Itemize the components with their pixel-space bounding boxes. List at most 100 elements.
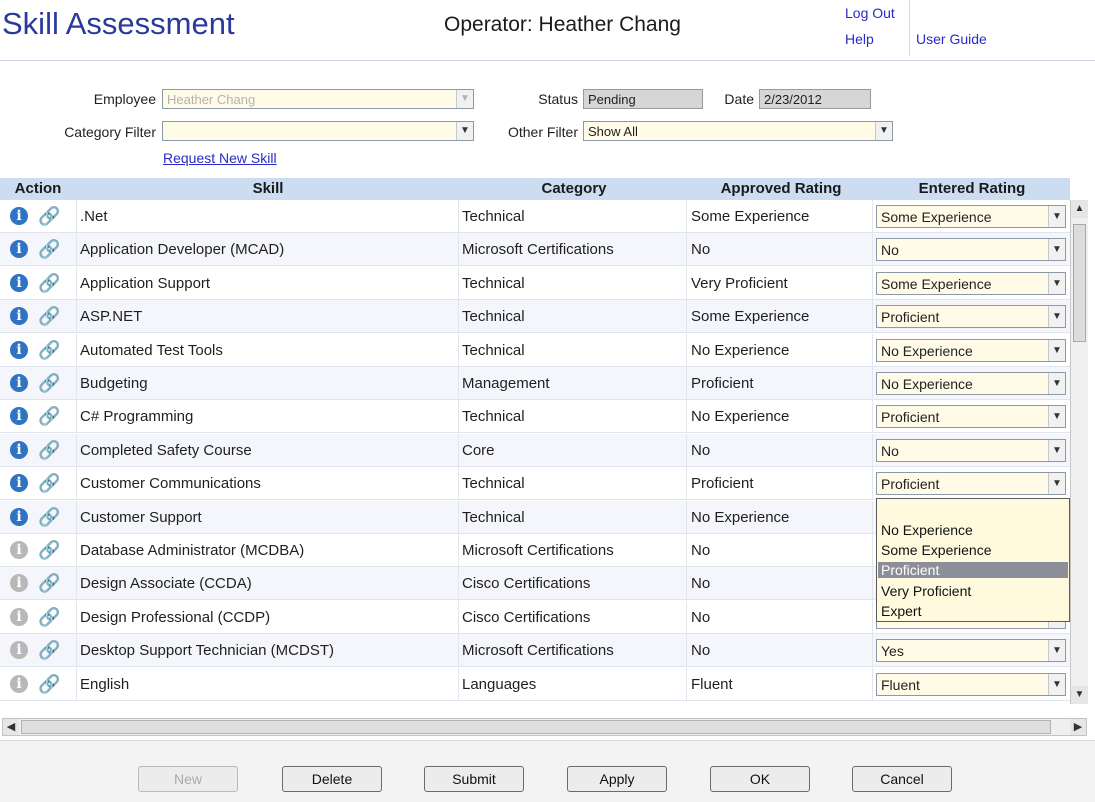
chevron-down-icon: ▼ (1048, 339, 1065, 361)
attachment-icon[interactable]: 🔗 (38, 440, 60, 461)
table-row[interactable]: i 🔗 Automated Test Tools Technical No Experi… (0, 333, 1070, 367)
employee-select[interactable]: Heather Chang ▼ (162, 89, 474, 109)
info-icon[interactable]: i (10, 674, 28, 693)
attachment-icon[interactable]: 🔗 (38, 540, 60, 561)
info-icon[interactable]: i (10, 273, 28, 292)
dropdown-option-proficient[interactable]: Proficient (878, 562, 1068, 578)
table-row[interactable]: i 🔗 ASP.NET Technical Some Experience Profici… (0, 300, 1070, 334)
table-row[interactable]: i 🔗 Application Developer (MCAD) Microsoft … (0, 233, 1070, 267)
cell-divider (458, 534, 459, 567)
column-header-skill[interactable]: Skill (76, 180, 460, 197)
attachment-icon[interactable]: 🔗 (38, 573, 60, 594)
attachment-icon[interactable]: 🔗 (38, 473, 60, 494)
other-filter-select[interactable]: Show All ▼ (583, 121, 893, 141)
table-row[interactable]: i 🔗 Customer Communications Technical Profic… (0, 467, 1070, 501)
entered-rating-select[interactable]: No Experience ▼ (876, 338, 1066, 362)
category-filter-select[interactable]: ▼ (162, 121, 474, 141)
info-icon[interactable]: i (10, 574, 28, 593)
info-icon[interactable]: i (10, 240, 28, 259)
scroll-right-icon[interactable]: ▶ (1070, 719, 1086, 735)
entered-rating-select[interactable]: No ▼ (876, 238, 1066, 262)
skill-cell: Completed Safety Course (80, 441, 252, 459)
attachment-icon[interactable]: 🔗 (38, 340, 60, 361)
cell-divider (76, 300, 77, 334)
skill-cell: Design Professional (CCDP) (80, 608, 271, 626)
info-icon[interactable]: i (10, 474, 28, 493)
table-row[interactable]: i 🔗 Completed Safety Course Core No No ▼ (0, 433, 1070, 467)
dropdown-option-some-experience[interactable]: Some Experience (881, 542, 992, 558)
attachment-icon[interactable]: 🔗 (38, 406, 60, 427)
attachment-icon[interactable]: 🔗 (38, 607, 60, 628)
entered-rating-select[interactable]: Some Experience ▼ (876, 271, 1066, 295)
column-header-category[interactable]: Category (460, 180, 688, 197)
skill-cell: .Net (80, 208, 108, 225)
cell-divider (76, 433, 77, 467)
table-row[interactable]: i 🔗 C# Programming Technical No Experience Pr… (0, 400, 1070, 434)
approved-rating-cell: No (691, 441, 711, 459)
column-header-approved-rating[interactable]: Approved Rating (688, 180, 874, 197)
info-icon[interactable]: i (10, 641, 28, 660)
entered-rating-select[interactable]: Proficient ▼ (876, 472, 1066, 496)
chevron-down-icon: ▼ (1048, 640, 1065, 662)
date-field: 2/23/2012 (759, 89, 871, 109)
approved-rating-cell: Some Experience (691, 308, 810, 326)
info-icon[interactable]: i (10, 440, 28, 459)
entered-rating-select[interactable]: No ▼ (876, 438, 1066, 462)
attachment-icon[interactable]: 🔗 (38, 239, 60, 260)
table-row[interactable]: i 🔗 Desktop Support Technician (MCDST) Micr… (0, 634, 1070, 668)
horizontal-scroll-thumb[interactable] (21, 720, 1051, 734)
dropdown-option-very-proficient[interactable]: Very Proficient (881, 583, 971, 599)
attachment-icon[interactable]: 🔗 (38, 640, 60, 661)
entered-rating-select[interactable]: Some Experience ▼ (876, 205, 1066, 228)
entered-rating-select[interactable]: Proficient ▼ (876, 405, 1066, 429)
scroll-up-icon[interactable]: ▲ (1071, 200, 1088, 218)
user-guide-link[interactable]: User Guide (916, 31, 987, 47)
vertical-scrollbar[interactable]: ▲ ▼ (1070, 200, 1088, 704)
cell-divider (872, 300, 873, 334)
attachment-icon[interactable]: 🔗 (38, 507, 60, 528)
dropdown-option-no-experience[interactable]: No Experience (881, 522, 973, 538)
attachment-icon[interactable]: 🔗 (38, 273, 60, 294)
help-link[interactable]: Help (845, 31, 874, 47)
info-icon[interactable]: i (10, 507, 28, 526)
new-button[interactable]: New (138, 766, 238, 792)
table-row[interactable]: i 🔗 Application Support Technical Very Profi… (0, 266, 1070, 300)
info-icon[interactable]: i (10, 207, 28, 225)
column-header-action[interactable]: Action (0, 180, 76, 197)
cancel-button[interactable]: Cancel (852, 766, 952, 792)
info-icon[interactable]: i (10, 541, 28, 559)
info-icon[interactable]: i (10, 407, 28, 426)
entered-rating-select[interactable]: No Experience ▼ (876, 372, 1066, 395)
header-bar: Skill Assessment Operator: Heather Chang… (0, 0, 1095, 60)
request-new-skill-link[interactable]: Request New Skill (163, 150, 277, 166)
ok-button[interactable]: OK (710, 766, 810, 792)
info-icon[interactable]: i (10, 340, 28, 359)
info-icon[interactable]: i (10, 374, 28, 392)
entered-rating-select[interactable]: Yes ▼ (876, 639, 1066, 663)
apply-button[interactable]: Apply (567, 766, 667, 792)
entered-rating-select[interactable]: Proficient ▼ (876, 305, 1066, 329)
dropdown-option-expert[interactable]: Expert (881, 603, 921, 619)
table-row[interactable]: i 🔗 .Net Technical Some Experience Some Exper… (0, 200, 1070, 233)
cell-divider (76, 634, 77, 668)
logout-link[interactable]: Log Out (845, 5, 895, 21)
entered-rating-select[interactable]: Fluent ▼ (876, 672, 1066, 696)
attachment-icon[interactable]: 🔗 (38, 674, 60, 695)
entered-rating-dropdown-list[interactable]: No Experience Some Experience Proficient… (876, 498, 1070, 622)
skill-cell: Desktop Support Technician (MCDST) (80, 642, 334, 660)
scroll-left-icon[interactable]: ◀ (3, 719, 19, 735)
info-icon[interactable]: i (10, 607, 28, 626)
horizontal-scrollbar[interactable]: ◀ ▶ (2, 718, 1087, 736)
table-row[interactable]: i 🔗 Budgeting Management Proficient No Experi… (0, 367, 1070, 400)
vertical-scroll-thumb[interactable] (1073, 224, 1086, 342)
column-header-entered-rating[interactable]: Entered Rating (874, 180, 1070, 197)
skill-cell: ASP.NET (80, 308, 143, 326)
table-row[interactable]: i 🔗 English Languages Fluent Fluent ▼ (0, 667, 1070, 701)
attachment-icon[interactable]: 🔗 (38, 206, 60, 227)
attachment-icon[interactable]: 🔗 (38, 306, 60, 327)
attachment-icon[interactable]: 🔗 (38, 373, 60, 394)
info-icon[interactable]: i (10, 307, 28, 326)
delete-button[interactable]: Delete (282, 766, 382, 792)
submit-button[interactable]: Submit (424, 766, 524, 792)
scroll-down-icon[interactable]: ▼ (1071, 686, 1088, 704)
